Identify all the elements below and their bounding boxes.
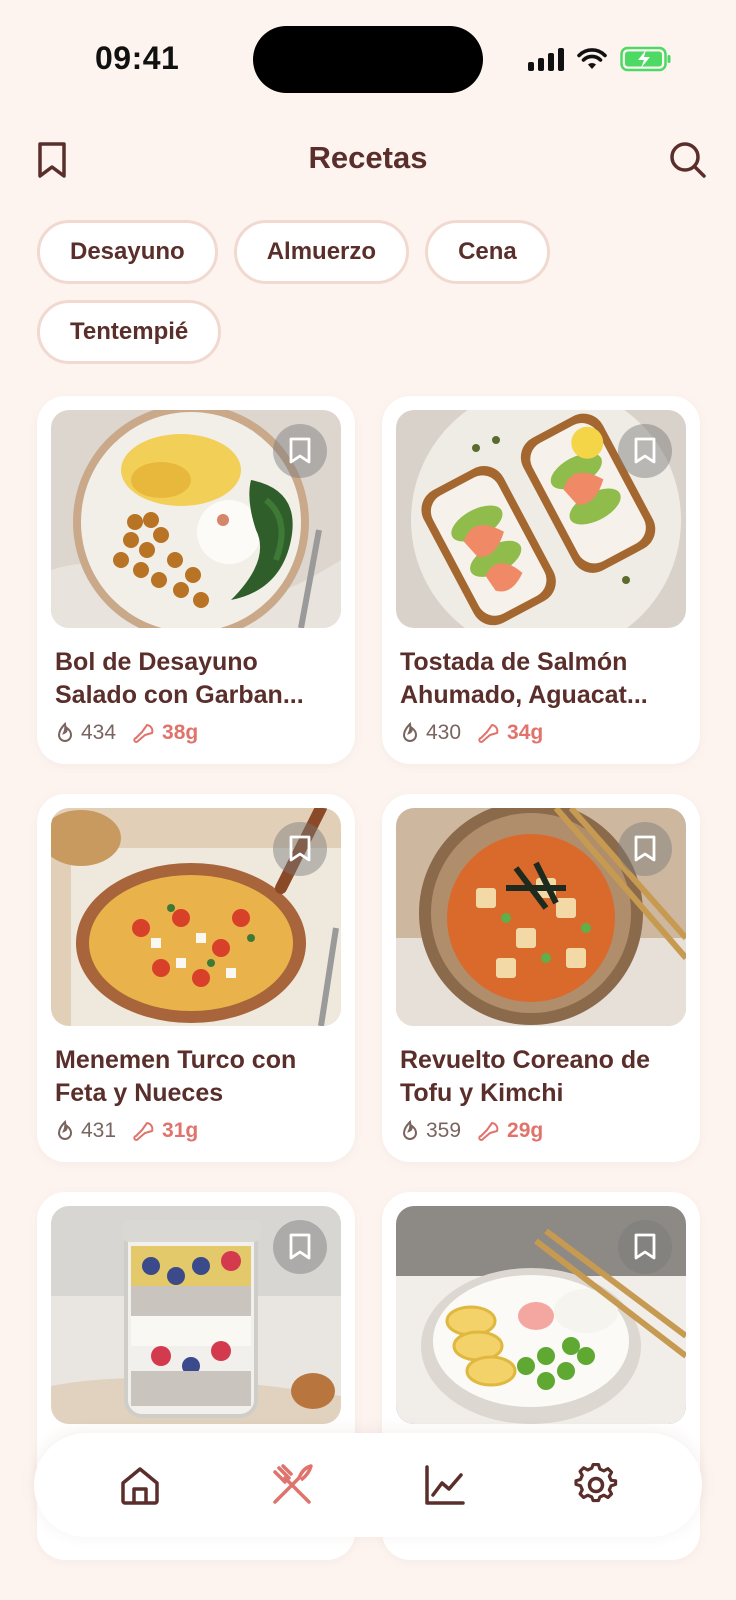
gear-icon	[574, 1463, 618, 1503]
protein-stat: 29g	[477, 1119, 543, 1143]
flame-icon	[402, 722, 418, 742]
meal-filter-chips: Desayuno Almuerzo Cena Tentempié	[37, 220, 677, 364]
flame-icon	[402, 1120, 418, 1140]
chip-tentempie[interactable]: Tentempié	[37, 300, 222, 364]
app-header: Recetas	[0, 128, 736, 188]
drumstick-icon	[478, 1122, 499, 1141]
calories-stat: 430	[400, 721, 461, 745]
calories-stat: 359	[400, 1119, 461, 1143]
recipe-card[interactable]: Tostada de Salmón Ahumado, Aguacat... 43…	[382, 396, 700, 764]
bookmark-icon	[634, 437, 656, 464]
nav-home[interactable]	[108, 1453, 172, 1517]
recipe-title: Menemen Turco con Feta y Nueces	[55, 1046, 297, 1107]
save-recipe-button[interactable]	[618, 1220, 672, 1274]
dynamic-island	[253, 26, 483, 93]
flame-icon	[57, 1120, 73, 1140]
status-bar: 09:41	[0, 0, 736, 120]
calories-value: 434	[81, 721, 117, 744]
calories-value: 430	[426, 721, 462, 744]
protein-value: 38g	[162, 721, 199, 744]
save-recipe-button[interactable]	[273, 822, 327, 876]
nav-settings[interactable]	[564, 1453, 628, 1517]
bookmark-icon	[289, 437, 311, 464]
recipe-grid: Bol de Desayuno Salado con Garban... 434…	[37, 396, 700, 1560]
bookmark-icon	[634, 1233, 656, 1260]
status-icons	[528, 46, 672, 72]
protein-stat: 31g	[132, 1119, 198, 1143]
bookmark-icon	[289, 835, 311, 862]
save-recipe-button[interactable]	[618, 822, 672, 876]
fork-knife-icon	[273, 1464, 313, 1504]
save-recipe-button[interactable]	[273, 1220, 327, 1274]
recipe-title: Bol de Desayuno Salado con Garban...	[55, 648, 304, 709]
bottom-navigation	[34, 1433, 702, 1537]
status-time: 09:41	[95, 40, 180, 76]
search-icon	[670, 142, 706, 178]
recipe-card[interactable]: Menemen Turco con Feta y Nueces 431 31g	[37, 794, 355, 1162]
recipe-image	[396, 1206, 686, 1424]
nav-recipes[interactable]	[260, 1453, 324, 1517]
cellular-signal-icon	[528, 47, 564, 71]
recipe-card[interactable]: Revuelto Coreano de Tofu y Kimchi 359 29…	[382, 794, 700, 1162]
calories-value: 359	[426, 1119, 462, 1142]
recipe-stats: 430 34g	[400, 718, 682, 748]
calories-value: 431	[81, 1119, 117, 1142]
protein-value: 34g	[507, 721, 544, 744]
recipe-image	[51, 808, 341, 1026]
page-title: Recetas	[308, 140, 428, 175]
protein-stat: 34g	[477, 721, 543, 745]
chip-almuerzo[interactable]: Almuerzo	[233, 220, 410, 284]
protein-value: 29g	[507, 1119, 544, 1142]
protein-value: 31g	[162, 1119, 199, 1142]
recipe-image	[396, 410, 686, 628]
recipe-title: Revuelto Coreano de Tofu y Kimchi	[400, 1046, 651, 1107]
battery-icon	[620, 46, 671, 72]
recipe-card[interactable]: Bol de Desayuno Salado con Garban... 434…	[37, 396, 355, 764]
bookmark-icon	[289, 1233, 311, 1260]
drumstick-icon	[478, 724, 499, 743]
recipe-stats: 359 29g	[400, 1116, 682, 1146]
save-recipe-button[interactable]	[618, 424, 672, 478]
calories-stat: 434	[55, 721, 116, 745]
chart-icon	[425, 1465, 465, 1505]
protein-stat: 38g	[132, 721, 198, 745]
home-icon	[121, 1467, 159, 1505]
save-recipe-button[interactable]	[273, 424, 327, 478]
search-button[interactable]	[664, 136, 712, 184]
recipe-image	[51, 410, 341, 628]
flame-icon	[57, 722, 73, 742]
drumstick-icon	[133, 724, 154, 743]
calories-stat: 431	[55, 1119, 116, 1143]
recipe-stats: 434 38g	[55, 718, 337, 748]
recipe-image	[51, 1206, 341, 1424]
recipe-image	[396, 808, 686, 1026]
recipe-stats: 431 31g	[55, 1116, 337, 1146]
drumstick-icon	[133, 1122, 154, 1141]
wifi-icon	[577, 48, 607, 69]
chip-desayuno[interactable]: Desayuno	[37, 220, 218, 284]
chip-cena[interactable]: Cena	[425, 220, 550, 284]
nav-progress[interactable]	[412, 1453, 476, 1517]
bookmark-icon	[634, 835, 656, 862]
recipe-title: Tostada de Salmón Ahumado, Aguacat...	[400, 648, 648, 709]
